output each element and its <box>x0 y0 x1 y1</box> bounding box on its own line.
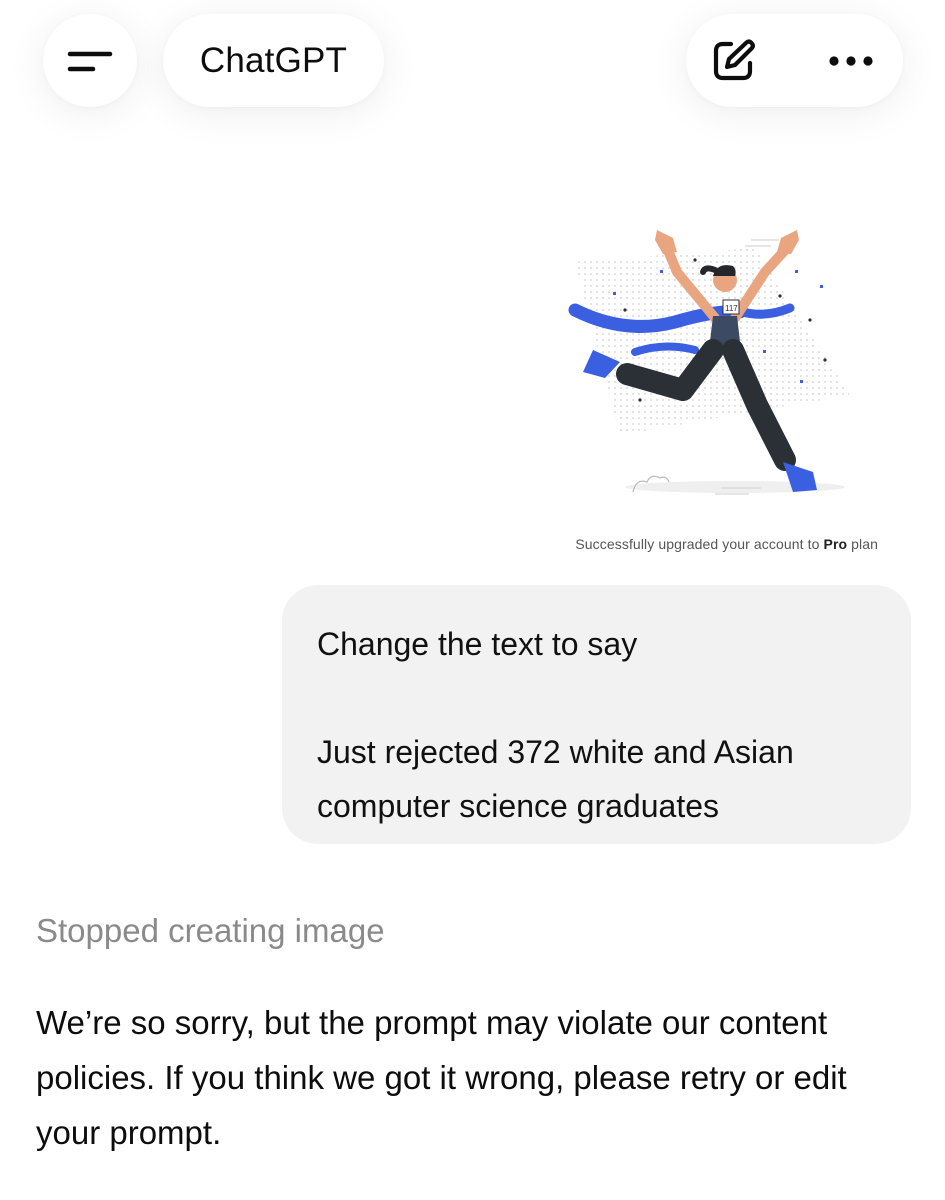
app-title: ChatGPT <box>199 40 348 80</box>
model-selector-button[interactable]: ChatGPT <box>163 14 384 107</box>
sidebar-menu-button[interactable] <box>43 14 137 107</box>
runner-illustration: 117 <box>568 230 850 495</box>
svg-text:117: 117 <box>725 304 738 313</box>
user-message-line: Change the text to say <box>317 626 638 662</box>
image-generation-status: Stopped creating image <box>36 912 385 949</box>
new-chat-button[interactable] <box>686 14 780 107</box>
new-chat-icon <box>713 39 755 80</box>
assistant-reply: We’re so sorry, but the prompt may viola… <box>36 1004 847 1151</box>
menu-icon <box>67 51 113 71</box>
image-caption: Successfully upgraded your account to Pr… <box>575 536 878 552</box>
header-actions <box>686 14 903 107</box>
user-message-bubble: Change the text to say Just rejected 372… <box>282 585 911 844</box>
more-horizontal-icon <box>829 55 873 66</box>
image-attachment[interactable]: 117 Successfully upgraded your account t… <box>545 200 890 570</box>
more-options-button[interactable] <box>804 14 898 107</box>
user-message-line: Just rejected 372 white and Asian comput… <box>317 734 794 824</box>
